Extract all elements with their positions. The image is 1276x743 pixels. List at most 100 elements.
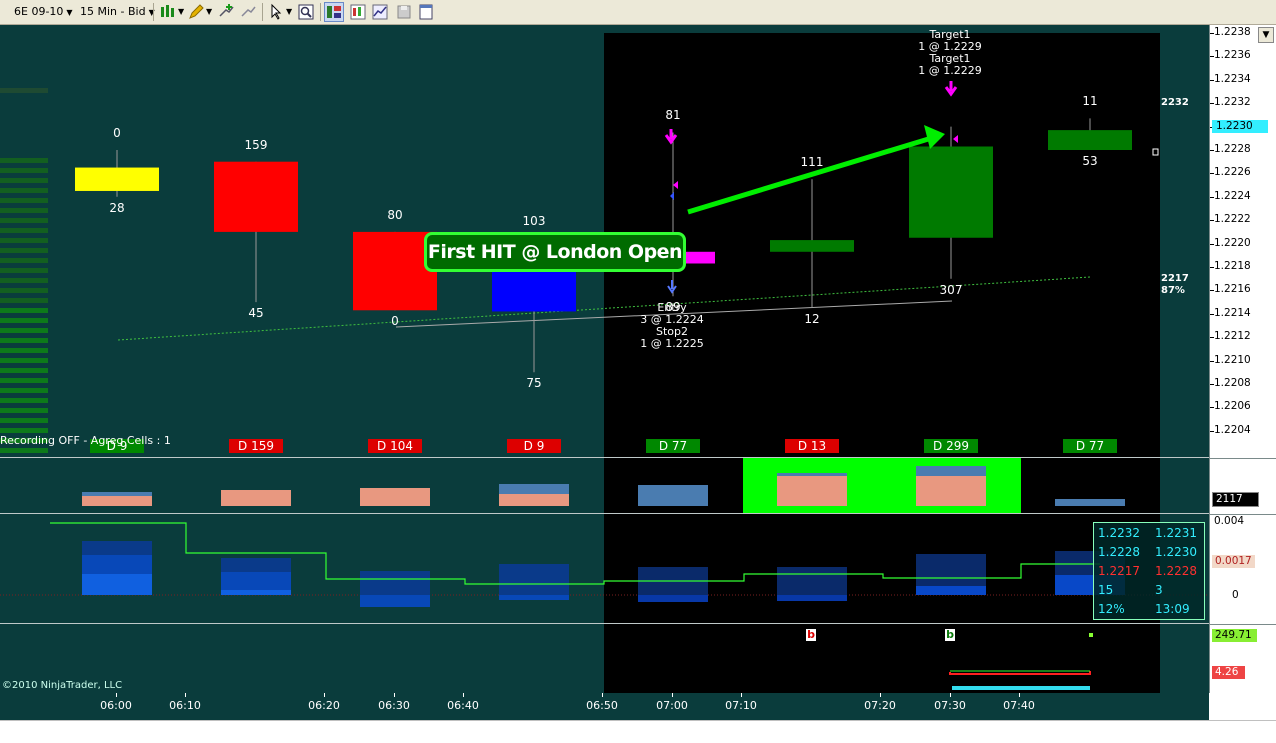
- candle-top-label: 80: [387, 207, 403, 222]
- chart-area[interactable]: 0 28 D 9 159 45 D 159 80 0 D 104 103 75 D 9 81 89 D 77…: [0, 25, 1209, 693]
- arrow-head-icon: [924, 125, 945, 149]
- price-tick-label: 1.2204: [1214, 423, 1251, 436]
- delta-badge: 0.0017: [1212, 555, 1255, 568]
- axis-divider: [1210, 458, 1276, 459]
- time-tick-label: 06:20: [308, 699, 340, 712]
- delta-label: D 299: [924, 439, 978, 453]
- time-tick: [1019, 693, 1020, 697]
- timeframe-selector[interactable]: 15 Min - Bid ▼: [80, 3, 155, 21]
- data-box-icon: [327, 6, 341, 18]
- scrollbar[interactable]: [0, 720, 1276, 743]
- window-link-button[interactable]: [416, 2, 436, 22]
- delta-label: D 104: [368, 439, 422, 453]
- price-tick-label: 1.2216: [1214, 283, 1251, 296]
- time-tick: [463, 693, 464, 697]
- arrow-down-icon: [664, 129, 678, 145]
- scroll-marker: [1152, 148, 1159, 156]
- properties-icon: [350, 4, 366, 20]
- instrument-selector[interactable]: 6E 09-10 ▼: [14, 3, 73, 21]
- remove-indicator-button[interactable]: [238, 2, 258, 22]
- toolbar-separator: [320, 3, 321, 21]
- price-tick-label: 1.2206: [1214, 400, 1251, 413]
- signal-badge-2: 4.26: [1212, 666, 1245, 679]
- price-tick-label: 1.2234: [1214, 72, 1251, 85]
- bar-type-button[interactable]: [158, 2, 178, 22]
- time-tick: [185, 693, 186, 697]
- delta-label: D 77: [1063, 439, 1117, 453]
- entry-annotation: Entry 3 @ 1.2224 Stop2 1 @ 1.2225: [640, 302, 703, 350]
- time-tick-label: 06:50: [586, 699, 618, 712]
- delta-label: D 9: [507, 439, 561, 453]
- time-tick-label: 06:30: [378, 699, 410, 712]
- axis-corner: [1209, 693, 1276, 720]
- toolbar: 6E 09-10 ▼ 15 Min - Bid ▼ ▼ ▼ ▼: [0, 0, 1276, 25]
- cursor-icon: [271, 3, 282, 20]
- signal-badge-1: 249.71: [1212, 629, 1257, 642]
- remove-icon: [241, 6, 256, 17]
- add-icon: [219, 4, 234, 17]
- price-tick-label: 1.2228: [1214, 143, 1251, 155]
- zoom-icon: [298, 4, 314, 20]
- save-snapshot-button[interactable]: [394, 2, 414, 22]
- chevron-down-icon[interactable]: ▼: [178, 3, 184, 21]
- chevron-down-icon[interactable]: ▼: [206, 3, 212, 21]
- time-tick: [394, 693, 395, 697]
- chevron-down-icon[interactable]: ▼: [1258, 27, 1274, 43]
- time-tick-label: 07:20: [864, 699, 896, 712]
- candle-bottom-label: 28: [109, 200, 125, 215]
- candle-top-label: 103: [522, 213, 546, 228]
- stop-quantity: 1 @ 1.2225: [640, 337, 704, 350]
- time-tick: [116, 693, 117, 697]
- delta-axis-zero: 0: [1232, 589, 1239, 601]
- delta-label: D 77: [646, 439, 700, 453]
- level-pct-label: 87%: [1161, 285, 1185, 296]
- time-tick: [672, 693, 673, 697]
- time-axis[interactable]: 06:00 06:10 06:20 06:30 06:40 06:50 07:00 07:10…: [0, 693, 1209, 720]
- candle-top-label: 159: [244, 137, 268, 152]
- stat-value: 15: [1098, 583, 1114, 597]
- delta-bars: [82, 541, 1125, 607]
- draw-tool-button[interactable]: [186, 2, 206, 22]
- stat-value: 1.2231: [1155, 526, 1197, 540]
- zoom-button[interactable]: [296, 2, 316, 22]
- axis-divider: [1210, 624, 1276, 625]
- triangle-marker-icon: [953, 135, 958, 143]
- price-axis[interactable]: 1.2238 1.2236 1.2234 1.2232 1.2230 1.2228 1.22…: [1209, 25, 1276, 693]
- time-tick-label: 07:00: [656, 699, 688, 712]
- stat-value: 3: [1155, 583, 1163, 597]
- signal-tag-b: b: [945, 628, 955, 641]
- snapshot-icon: [397, 5, 411, 19]
- time-tick: [324, 693, 325, 697]
- callout-arrow: [687, 134, 936, 215]
- cursor-button[interactable]: [266, 2, 286, 22]
- toolbar-separator: [262, 3, 263, 21]
- instrument-label: 6E 09-10: [14, 5, 64, 18]
- candle-bottom-label: 53: [1082, 154, 1098, 168]
- data-box-button[interactable]: [324, 2, 344, 22]
- stats-box: 1.2232 1.2231 1.2228 1.2230 1.2217 1.2228 1…: [1093, 522, 1205, 620]
- price-tick-label: 1.2210: [1214, 353, 1251, 366]
- time-tick-label: 07:40: [1003, 699, 1035, 712]
- candle-bottom-label: 75: [526, 376, 542, 391]
- window-icon: [419, 4, 433, 20]
- chevron-down-icon[interactable]: ▼: [286, 3, 292, 21]
- template-button[interactable]: [370, 2, 390, 22]
- candle-bottom-label: 0: [391, 314, 399, 329]
- price-tick-label: 1.2232: [1214, 96, 1251, 109]
- time-tick-label: 06:40: [447, 699, 479, 712]
- signal-panel: [949, 633, 1093, 690]
- price-tick-label: 1.2238: [1214, 26, 1251, 38]
- stat-value: 12%: [1098, 602, 1125, 616]
- time-tick-label: 06:00: [100, 699, 132, 712]
- stat-value: 1.2230: [1155, 545, 1197, 559]
- properties-button[interactable]: [348, 2, 368, 22]
- delta-label: D 159: [229, 439, 283, 453]
- add-indicator-button[interactable]: [216, 2, 236, 22]
- recording-status: Recording OFF - Agreg Cells : 1: [0, 434, 171, 447]
- price-tick-label: 1.2236: [1214, 49, 1251, 62]
- level-high-label: 2232: [1161, 97, 1189, 108]
- price-tick-label: 1.2212: [1214, 330, 1251, 343]
- volume-panel: [82, 458, 1125, 513]
- stat-value: 1.2228: [1155, 564, 1197, 578]
- stat-value: 1.2217: [1098, 564, 1140, 578]
